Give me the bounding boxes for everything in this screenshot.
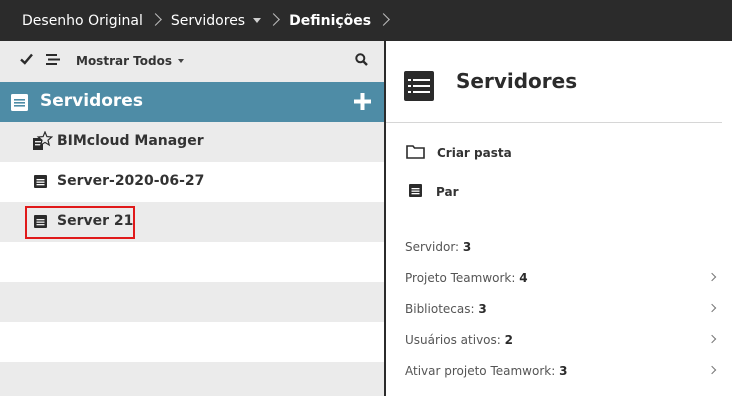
- bimcloud-manager-icon: [31, 130, 54, 155]
- chevron-down-icon: [178, 59, 184, 63]
- details-title: Servidores: [456, 69, 578, 93]
- breadcrumb: Desenho Original Servidores Definições: [0, 0, 732, 41]
- list-toolbar: Mostrar Todos: [0, 41, 384, 82]
- stat-label: Bibliotecas:: [405, 302, 479, 316]
- server-icon: [409, 184, 422, 200]
- server-list-panel: Mostrar Todos Servidores BIMcloud Manage…: [0, 41, 384, 396]
- breadcrumb-item-settings[interactable]: Definições: [289, 13, 371, 29]
- search-icon[interactable]: [355, 53, 368, 69]
- breadcrumb-separator-icon: [371, 0, 399, 41]
- server-icon: [11, 94, 28, 116]
- chevron-right-icon: [707, 272, 717, 282]
- stat-value: 3: [559, 364, 568, 378]
- chevron-right-icon: [707, 365, 717, 375]
- add-server-plus-icon[interactable]: [354, 93, 371, 115]
- servers-section-header[interactable]: Servidores: [0, 82, 384, 122]
- pair-label: Par: [436, 185, 459, 199]
- stat-label: Usuários ativos:: [405, 333, 505, 347]
- show-all-label: Mostrar Todos: [76, 54, 172, 68]
- list-item-server-2020-06-27[interactable]: Server-2020-06-27: [0, 162, 384, 202]
- breadcrumb-item-original-drawing[interactable]: Desenho Original: [22, 13, 143, 29]
- stat-value: 3: [462, 240, 472, 254]
- stat-libraries[interactable]: Bibliotecas: 3: [405, 302, 717, 316]
- empty-row: [0, 282, 384, 322]
- empty-row: [0, 242, 384, 282]
- chevron-right-icon: [707, 334, 717, 344]
- divider-line: [386, 122, 722, 123]
- list-view-icon[interactable]: [46, 54, 60, 68]
- stat-label: Ativar projeto Teamwork:: [405, 364, 560, 378]
- section-title: Servidores: [40, 91, 143, 111]
- breadcrumb-item-servers[interactable]: Servidores: [171, 13, 245, 29]
- pair-action[interactable]: Par: [409, 184, 459, 200]
- empty-row: [0, 362, 384, 396]
- list-item-label: Server 21: [57, 213, 134, 229]
- list-item-label: BIMcloud Manager: [57, 133, 204, 149]
- stat-servers: Servidor: 3: [405, 240, 715, 254]
- list-item-label: Server-2020-06-27: [57, 173, 205, 189]
- list-item-server-21[interactable]: Server 21: [0, 202, 384, 242]
- list-item-bimcloud-manager[interactable]: BIMcloud Manager: [0, 122, 384, 162]
- stat-value: 4: [519, 271, 528, 285]
- breadcrumb-separator-icon: [143, 0, 171, 41]
- server-icon: [34, 175, 47, 192]
- empty-row: [0, 322, 384, 362]
- servers-header-icon: [404, 71, 434, 105]
- breadcrumb-dropdown-icon[interactable]: [253, 18, 262, 23]
- details-panel: Servidores Criar pasta Par Servidor: 3 P…: [386, 41, 732, 396]
- stat-active-users[interactable]: Usuários ativos: 2: [405, 333, 717, 347]
- select-all-checkmark-icon[interactable]: [20, 53, 33, 68]
- folder-icon: [406, 144, 425, 162]
- stat-label: Projeto Teamwork:: [405, 271, 520, 285]
- stat-value: 2: [504, 333, 513, 347]
- stat-teamwork-projects[interactable]: Projeto Teamwork: 4: [405, 271, 717, 285]
- stat-value: 3: [478, 302, 487, 316]
- chevron-right-icon: [707, 303, 717, 313]
- stat-active-teamwork-projects[interactable]: Ativar projeto Teamwork: 3: [405, 364, 717, 378]
- create-folder-label: Criar pasta: [437, 146, 512, 160]
- breadcrumb-separator-icon: [261, 0, 289, 41]
- server-icon: [34, 215, 47, 232]
- create-folder-action[interactable]: Criar pasta: [406, 144, 512, 162]
- stat-label: Servidor:: [405, 240, 463, 254]
- show-all-dropdown[interactable]: Mostrar Todos: [76, 54, 184, 68]
